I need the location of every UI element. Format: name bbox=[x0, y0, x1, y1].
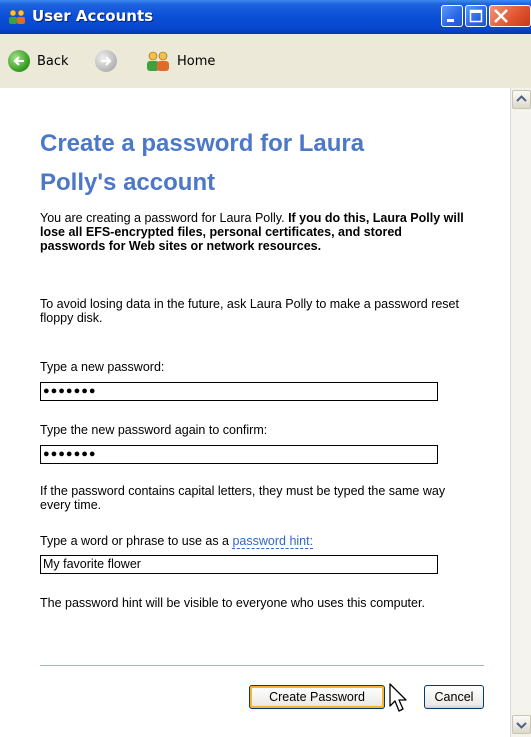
title-bar: User Accounts bbox=[0, 0, 531, 34]
scroll-down-icon bbox=[516, 722, 527, 729]
back-button[interactable]: Back bbox=[8, 49, 69, 73]
confirm-password-label: Type the new password again to confirm: bbox=[40, 423, 268, 437]
page-title-line-2: Polly's account bbox=[40, 169, 216, 196]
user-accounts-window: User Accounts Back Home Create a passwor… bbox=[0, 0, 531, 737]
close-button[interactable] bbox=[489, 5, 531, 27]
minimize-button[interactable] bbox=[441, 5, 463, 27]
back-label: Back bbox=[37, 53, 69, 69]
hint-visibility-note: The password hint will be visible to eve… bbox=[40, 596, 425, 610]
minimize-icon bbox=[447, 19, 454, 22]
page-title-line-1: Create a password for Laura bbox=[40, 130, 365, 157]
forward-arrow-icon bbox=[95, 50, 117, 72]
create-password-button[interactable]: Create Password bbox=[249, 685, 385, 709]
scroll-up-button[interactable] bbox=[512, 90, 531, 109]
confirm-password-field[interactable]: ●●●●●●● bbox=[40, 445, 438, 464]
navigation-bar: Back Home bbox=[0, 34, 531, 89]
scroll-down-button[interactable] bbox=[512, 715, 531, 734]
home-label: Home bbox=[177, 53, 216, 69]
scroll-up-icon bbox=[516, 95, 527, 102]
maximize-icon bbox=[469, 9, 483, 23]
hint-label-prefix: Type a word or phrase to use as a bbox=[40, 534, 233, 548]
users-icon bbox=[9, 9, 25, 24]
window-title: User Accounts bbox=[32, 7, 154, 25]
scrollbar-track[interactable] bbox=[512, 110, 531, 710]
maximize-button[interactable] bbox=[465, 5, 487, 27]
avoid-data-loss-text: To avoid losing data in the future, ask … bbox=[40, 297, 459, 325]
warning-intro: You are creating a password for Laura Po… bbox=[40, 211, 289, 225]
new-password-field[interactable]: ●●●●●●● bbox=[40, 382, 438, 401]
close-icon bbox=[494, 9, 508, 23]
divider bbox=[40, 665, 484, 666]
vertical-scrollbar[interactable] bbox=[510, 88, 531, 737]
home-users-icon bbox=[147, 51, 169, 71]
capital-letters-note: If the password contains capital letters… bbox=[40, 484, 446, 512]
back-arrow-icon bbox=[8, 50, 30, 72]
hint-label: Type a word or phrase to use as a passwo… bbox=[40, 534, 470, 549]
new-password-label: Type a new password: bbox=[40, 360, 165, 374]
cancel-button[interactable]: Cancel bbox=[424, 685, 484, 709]
mouse-cursor-icon bbox=[389, 683, 407, 712]
home-button[interactable]: Home bbox=[145, 49, 215, 73]
password-hint-field[interactable]: My favorite flower bbox=[40, 555, 438, 574]
password-hint-link[interactable]: password hint: bbox=[232, 534, 314, 549]
forward-button[interactable] bbox=[95, 49, 117, 73]
efs-warning: You are creating a password for Laura Po… bbox=[40, 211, 470, 253]
page-title: Create a password for Laura Polly's acco… bbox=[40, 124, 480, 202]
